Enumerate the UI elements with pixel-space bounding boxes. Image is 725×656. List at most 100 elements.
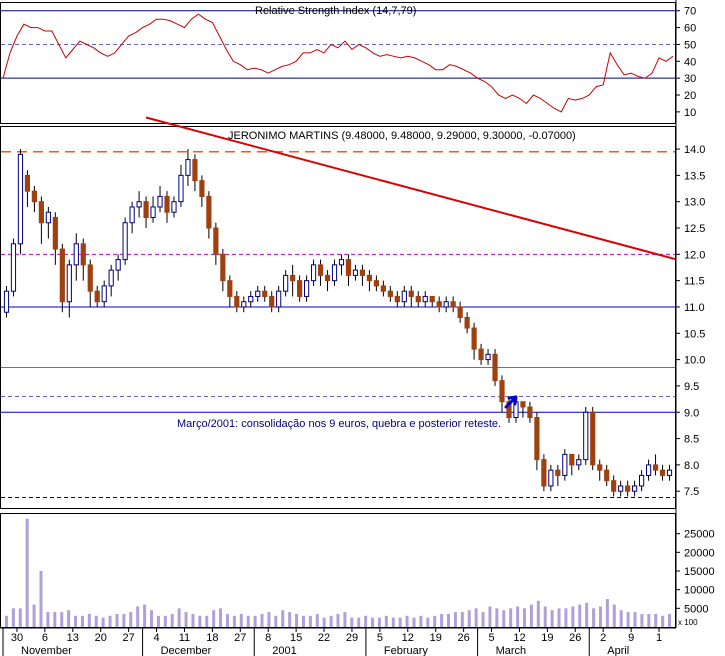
volume-bar — [447, 613, 451, 627]
rsi-tick-label: 30 — [684, 73, 696, 85]
candle-body — [436, 301, 442, 308]
volume-bar — [46, 612, 50, 627]
volume-tick-label: 25000 — [684, 529, 715, 541]
candle-body — [576, 459, 582, 466]
volume-scale-note: x 100 — [678, 618, 698, 627]
rsi-tick-label: 10 — [684, 107, 696, 119]
candle-body — [380, 285, 386, 292]
volume-bar — [654, 613, 658, 627]
volume-bar — [488, 606, 492, 627]
volume-bar — [32, 604, 36, 627]
stock-chart: 10203040506070 7.58.08.59.09.510.010.511… — [0, 0, 715, 656]
volume-bar — [440, 613, 444, 627]
candle-body — [569, 453, 575, 466]
candle-body — [136, 201, 142, 208]
date-tick-label: 19 — [541, 632, 553, 644]
candle-body — [31, 190, 37, 203]
date-tick-label: 26 — [569, 632, 581, 644]
date-tick-label: 4 — [153, 632, 159, 644]
price-tick-label: 11.5 — [684, 276, 705, 288]
candle-body — [206, 195, 212, 229]
candle-body — [234, 295, 240, 308]
month-label: 2001 — [272, 645, 296, 656]
volume-bar — [156, 615, 160, 627]
volume-bar — [87, 613, 91, 627]
candle-body — [659, 469, 666, 476]
volume-bar — [495, 608, 499, 627]
candle-body — [492, 353, 498, 382]
volume-bar — [640, 613, 644, 627]
candle-body — [129, 206, 135, 224]
candle-body — [227, 280, 233, 297]
volume-tick-label: 20000 — [684, 547, 715, 559]
volume-bar — [25, 518, 29, 627]
date-tick-label: 27 — [234, 632, 246, 644]
volume-bar — [571, 606, 575, 627]
candle-body — [373, 280, 379, 287]
rsi-tick-label: 70 — [684, 6, 696, 18]
volume-bar — [170, 613, 174, 627]
candle-body — [401, 290, 407, 303]
rsi-tick-label: 50 — [684, 39, 696, 51]
candle-body — [192, 159, 198, 182]
volume-tick-label: 15000 — [684, 566, 715, 578]
volume-bar — [357, 617, 361, 627]
volume-bar — [205, 615, 209, 627]
date-tick-label: 8 — [265, 632, 271, 644]
volume-bar — [53, 612, 57, 627]
candle-body — [115, 259, 121, 271]
volume-bar — [260, 613, 264, 627]
date-tick-label: 20 — [95, 632, 107, 644]
candle-body — [297, 280, 303, 297]
volume-bar — [364, 615, 368, 627]
candle-body — [248, 295, 254, 303]
date-tick-label: 12 — [513, 632, 525, 644]
candle-body — [213, 227, 219, 255]
candle-body — [17, 153, 24, 245]
date-tick-label: 5 — [488, 632, 494, 644]
candle-body — [171, 201, 177, 213]
rsi-tick-label: 20 — [684, 90, 696, 102]
volume-bar — [281, 610, 285, 627]
date-tick-label: 27 — [123, 632, 135, 644]
volume-bar — [481, 612, 485, 627]
candle-body — [548, 469, 554, 487]
date-tick-label: 12 — [402, 632, 414, 644]
candle-body — [157, 195, 163, 208]
date-tick-label: 19 — [430, 632, 442, 644]
candle-body — [45, 211, 51, 224]
date-tick-label: 22 — [318, 632, 330, 644]
candle-body — [639, 474, 645, 487]
volume-tick-label: 10000 — [684, 585, 715, 597]
candle-body — [108, 269, 114, 287]
candle-body — [450, 301, 456, 308]
volume-bar — [74, 615, 78, 627]
candle-body — [471, 327, 477, 350]
price-tick-label: 9.5 — [684, 381, 699, 393]
candle-body — [150, 206, 156, 218]
volume-bar — [564, 608, 568, 627]
candle-body — [457, 306, 463, 319]
volume-bar — [184, 612, 188, 627]
date-tick-label: 5 — [377, 632, 383, 644]
candle-body — [66, 264, 72, 303]
volume-bar — [322, 617, 326, 627]
volume-bar — [550, 610, 554, 627]
volume-bar — [129, 612, 133, 627]
candle-body — [666, 469, 673, 476]
candle-body — [443, 301, 449, 308]
price-tick-label: 9.0 — [684, 407, 699, 419]
month-label: December — [161, 645, 212, 656]
candle-body — [199, 180, 205, 197]
volume-bar — [453, 612, 457, 627]
volume-bar — [668, 613, 672, 627]
candle-body — [520, 401, 526, 408]
date-tick-label: 2 — [600, 632, 606, 644]
candle-body — [24, 174, 31, 192]
candle-body — [10, 243, 17, 292]
date-tick-label: 1 — [656, 632, 662, 644]
volume-bar — [163, 615, 167, 627]
volume-bar — [474, 608, 478, 627]
volume-bar — [136, 606, 140, 627]
candle-body — [625, 485, 631, 492]
